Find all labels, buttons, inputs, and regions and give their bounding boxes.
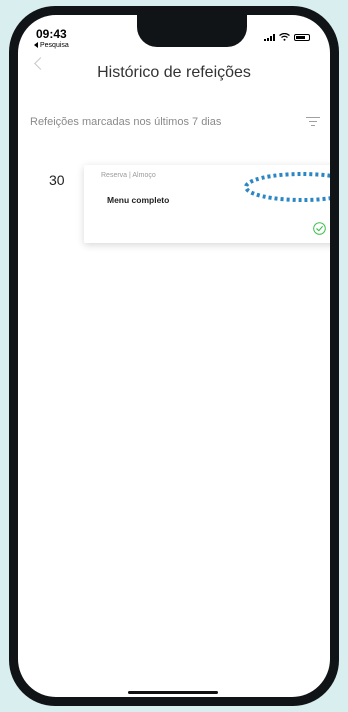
- back-to-app-link[interactable]: Pesquisa: [34, 42, 69, 49]
- page-title: Histórico de refeições: [97, 64, 251, 81]
- filter-icon[interactable]: [306, 117, 320, 127]
- notch: [137, 15, 247, 47]
- meal-day: 30: [49, 172, 65, 188]
- signal-icon: [264, 34, 275, 41]
- app-screen: 09:43 Pesquisa Histórico de refeições Re…: [18, 15, 330, 697]
- highlight-annotation: [244, 172, 330, 202]
- meals-subtitle: Refeições marcadas nos últimos 7 dias: [30, 116, 222, 128]
- status-time: 09:43: [36, 27, 67, 41]
- home-indicator[interactable]: [128, 691, 218, 694]
- battery-icon: [294, 34, 310, 41]
- status-icons: [264, 33, 310, 41]
- meal-meta: Reserva | Almoço: [101, 172, 156, 179]
- back-triangle-icon: [34, 42, 38, 49]
- wifi-icon: [279, 33, 290, 41]
- meal-title: Menu completo: [107, 195, 170, 205]
- back-app-label: Pesquisa: [40, 42, 69, 49]
- check-circle-icon: [313, 222, 326, 235]
- phone-frame: 09:43 Pesquisa Histórico de refeições Re…: [9, 6, 339, 706]
